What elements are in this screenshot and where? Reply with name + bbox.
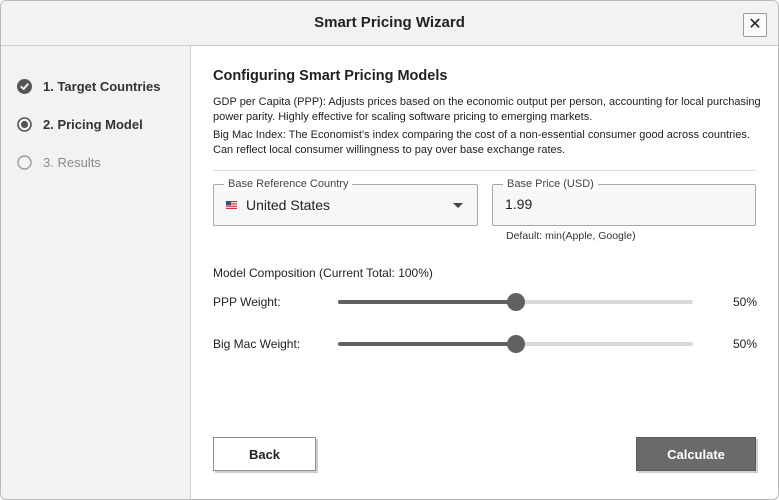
page-title: Configuring Smart Pricing Models	[213, 68, 448, 84]
base-country-text: United States	[246, 197, 331, 213]
check-circle-icon	[17, 78, 32, 94]
bigmac-description: Big Mac Index: The Economist's index com…	[213, 129, 750, 156]
main-panel: Configuring Smart Pricing Models GDP per…	[192, 46, 778, 499]
close-icon: ✕	[748, 16, 762, 33]
base-country-select[interactable]: Base Reference Country United States	[213, 177, 478, 226]
base-country-value: United States	[226, 197, 330, 213]
model-composition-label: Model Composition (Current Total: 100%)	[213, 266, 433, 280]
wizard-steps-sidebar: 1. Target Countries 2. Pricing Model 3. …	[1, 46, 191, 499]
close-button[interactable]: ✕	[743, 13, 767, 37]
radio-selected-icon	[17, 116, 32, 132]
slider-fill	[338, 300, 516, 304]
step-results[interactable]: 3. Results	[17, 152, 101, 172]
slider-thumb[interactable]	[506, 335, 525, 353]
ppp-weight-value: 50%	[732, 295, 757, 309]
ppp-weight-slider[interactable]	[338, 293, 693, 311]
base-country-label: Base Reference Country	[224, 177, 353, 191]
us-flag-icon	[226, 201, 237, 209]
ppp-description: GDP per Capita (PPP): Adjusts prices bas…	[213, 96, 761, 123]
bigmac-weight-slider[interactable]	[338, 335, 693, 353]
bigmac-weight-value: 50%	[732, 337, 757, 351]
step-label: 3. Results	[43, 154, 101, 170]
bigmac-weight-label: Big Mac Weight:	[213, 337, 301, 351]
step-label: 2. Pricing Model	[43, 116, 143, 132]
radio-empty-icon	[17, 154, 32, 170]
base-price-input[interactable]	[505, 196, 735, 212]
ppp-weight-label: PPP Weight:	[213, 295, 281, 309]
step-pricing-model[interactable]: 2. Pricing Model	[17, 114, 143, 134]
slider-fill	[338, 342, 516, 346]
chevron-down-icon	[453, 203, 463, 208]
base-price-field[interactable]: Base Price (USD)	[492, 177, 756, 226]
divider	[213, 170, 756, 171]
base-price-label: Base Price (USD)	[503, 177, 598, 191]
dialog-title: Smart Pricing Wizard	[314, 14, 465, 31]
slider-thumb[interactable]	[506, 293, 525, 311]
base-price-hint: Default: min(Apple, Google)	[506, 230, 636, 242]
dialog-window: Smart Pricing Wizard ✕ 1. Target Countri…	[0, 0, 779, 500]
step-label: 1. Target Countries	[43, 78, 161, 94]
back-button[interactable]: Back	[213, 437, 316, 471]
calculate-button[interactable]: Calculate	[636, 437, 756, 471]
title-bar: Smart Pricing Wizard ✕	[1, 1, 778, 46]
step-target-countries[interactable]: 1. Target Countries	[17, 76, 161, 96]
